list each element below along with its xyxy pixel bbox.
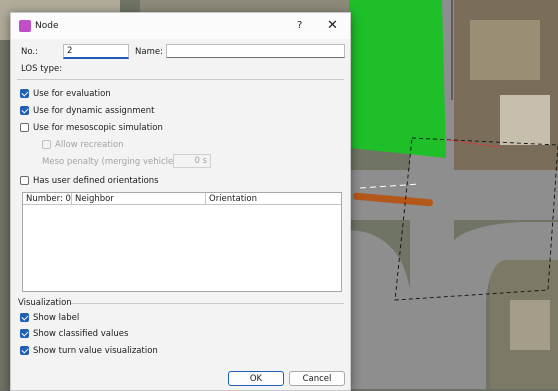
visualization-heading: Visualization [18,298,72,308]
show-classified-label: Show classified values [33,329,129,339]
use-evaluation-checkbox[interactable] [20,89,29,98]
no-label: No.: [21,47,38,57]
use-meso-checkbox[interactable] [20,123,29,132]
cancel-button[interactable]: Cancel [289,371,345,386]
window-title: Node [35,21,59,31]
help-button[interactable]: ? [297,20,302,31]
column-header-number[interactable]: Number: 0 [23,193,72,205]
show-turn-checkbox[interactable] [20,346,29,355]
use-dynamic-label: Use for dynamic assignment [33,106,155,116]
allow-recreation-checkbox [42,140,51,149]
close-button[interactable]: ✕ [327,18,338,33]
user-orientations-label: Has user defined orientations [33,176,159,186]
app-icon [19,20,31,32]
show-label-checkbox[interactable] [20,313,29,322]
title-bar: Node ? ✕ [11,13,350,39]
show-turn-label: Show turn value visualization [33,346,158,356]
meso-penalty-field: 0 s [173,154,211,168]
ok-button[interactable]: OK [228,371,284,386]
user-orientations-checkbox[interactable] [20,176,29,185]
orientation-table[interactable]: Number: 0 Neighbor Orientation [22,192,342,292]
green-zone [349,0,446,158]
los-type-label: LOS type: [21,64,63,74]
meso-penalty-label: Meso penalty (merging vehicles): [42,157,184,167]
column-header-neighbor[interactable]: Neighbor [72,193,206,205]
use-meso-label: Use for mesoscopic simulation [33,123,163,133]
allow-recreation-label: Allow recreation [55,140,124,150]
name-field[interactable] [166,44,345,58]
column-header-orientation[interactable]: Orientation [206,193,341,205]
no-field[interactable]: 2 [63,44,129,59]
visualization-separator [71,303,344,304]
use-dynamic-checkbox[interactable] [20,106,29,115]
name-label: Name: [135,47,163,57]
show-classified-checkbox[interactable] [20,329,29,338]
node-dialog: Node ? ✕ No.: 2 Name: LOS type: Use for … [10,12,351,391]
use-evaluation-label: Use for evaluation [33,89,111,99]
separator [17,79,344,80]
show-label-label: Show label [33,313,80,323]
